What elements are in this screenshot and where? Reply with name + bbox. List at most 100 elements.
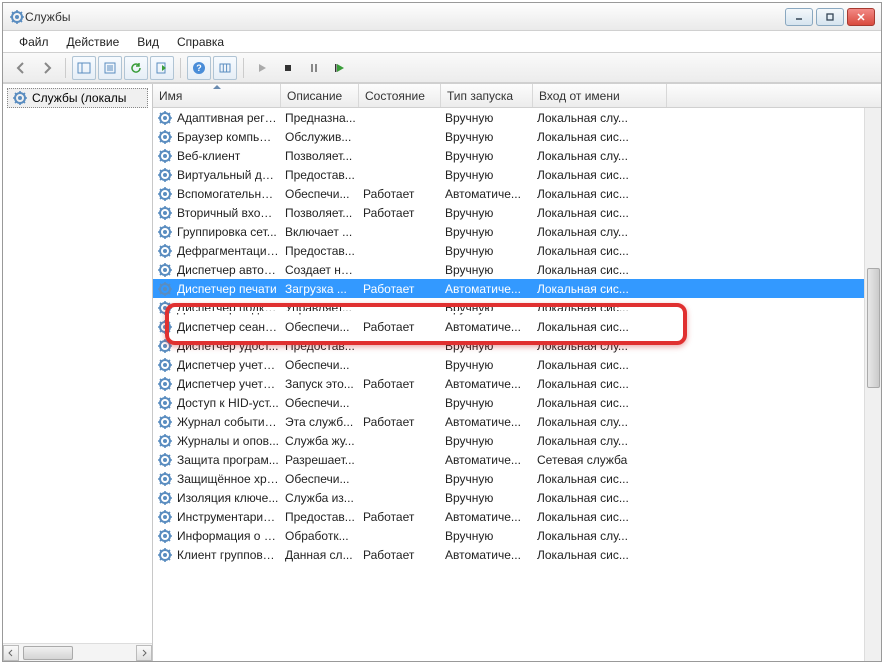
service-row[interactable]: Диспетчер подкл...Управляет...ВручнуюЛок… bbox=[153, 298, 881, 317]
tree-horizontal-scrollbar[interactable] bbox=[3, 643, 152, 661]
service-row[interactable]: Журналы и опов...Служба жу...ВручнуюЛока… bbox=[153, 431, 881, 450]
cell-logon: Локальная сис... bbox=[537, 377, 671, 391]
window-title: Службы bbox=[25, 10, 785, 24]
start-service-button[interactable] bbox=[250, 56, 274, 80]
maximize-button[interactable] bbox=[816, 8, 844, 26]
cell-state: Работает bbox=[363, 415, 445, 429]
cell-startup: Автоматиче... bbox=[445, 187, 537, 201]
cell-startup: Вручную bbox=[445, 529, 537, 543]
column-header-state[interactable]: Состояние bbox=[359, 84, 441, 107]
gear-icon bbox=[157, 281, 173, 297]
restart-service-button[interactable] bbox=[328, 56, 352, 80]
service-row[interactable]: Браузер компьют...Обслужив... ВручнуюЛока… bbox=[153, 127, 881, 146]
cell-startup: Вручную bbox=[445, 434, 537, 448]
back-button[interactable] bbox=[9, 56, 33, 80]
cell-name: Журнал событий ... bbox=[177, 415, 285, 429]
service-row[interactable]: Доступ к HID-уст...Обеспечи...ВручнуюЛок… bbox=[153, 393, 881, 412]
service-row[interactable]: Вспомогательная ...Обеспечи...РаботаетАв… bbox=[153, 184, 881, 203]
cell-state: Работает bbox=[363, 206, 445, 220]
column-header-name[interactable]: Имя bbox=[153, 84, 281, 107]
gear-icon bbox=[157, 547, 173, 563]
menu-action[interactable]: Действие bbox=[59, 33, 128, 51]
cell-description: Обеспечи... bbox=[285, 358, 363, 372]
service-row[interactable]: Диспетчер сеанс...Обеспечи...РаботаетАвт… bbox=[153, 317, 881, 336]
cell-logon: Локальная слу... bbox=[537, 434, 671, 448]
menu-view[interactable]: Вид bbox=[129, 33, 167, 51]
cell-description: Разрешает... bbox=[285, 453, 363, 467]
scroll-thumb[interactable] bbox=[23, 646, 73, 660]
service-row[interactable]: Инструментарий ...Предостав...РаботаетАв… bbox=[153, 507, 881, 526]
forward-button[interactable] bbox=[35, 56, 59, 80]
cell-startup: Вручную bbox=[445, 130, 537, 144]
help-button[interactable]: ? bbox=[187, 56, 211, 80]
minimize-button[interactable] bbox=[785, 8, 813, 26]
service-row[interactable]: Веб-клиентПозволяет...ВручнуюЛокальная с… bbox=[153, 146, 881, 165]
cell-description: Обеспечи... bbox=[285, 320, 363, 334]
gear-icon bbox=[157, 528, 173, 544]
service-row[interactable]: Клиент группово...Данная сл...РаботаетАв… bbox=[153, 545, 881, 564]
cell-name: Доступ к HID-уст... bbox=[177, 396, 285, 410]
gear-icon bbox=[157, 376, 173, 392]
properties-button[interactable] bbox=[98, 56, 122, 80]
service-row[interactable]: Адаптивная регу...Предназна...ВручнуюЛок… bbox=[153, 108, 881, 127]
service-row[interactable]: Диспетчер учетн...Запуск это...РаботаетА… bbox=[153, 374, 881, 393]
service-row[interactable]: Информация о с...Обработк...ВручнуюЛокал… bbox=[153, 526, 881, 545]
columns-button[interactable] bbox=[213, 56, 237, 80]
list-body: Адаптивная регу...Предназна...ВручнуюЛок… bbox=[153, 108, 881, 661]
cell-description: Управляет... bbox=[285, 301, 363, 315]
gear-icon bbox=[157, 205, 173, 221]
menu-help[interactable]: Справка bbox=[169, 33, 232, 51]
sort-indicator-icon bbox=[213, 85, 221, 89]
cell-description: Обслужив... bbox=[285, 130, 363, 144]
scroll-thumb[interactable] bbox=[867, 268, 880, 388]
service-row[interactable]: Дефрагментация ...Предостав...ВручнуюЛок… bbox=[153, 241, 881, 260]
cell-logon: Локальная сис... bbox=[537, 206, 671, 220]
service-row[interactable]: Виртуальный дискПредостав...ВручнуюЛокал… bbox=[153, 165, 881, 184]
column-header-startup[interactable]: Тип запуска bbox=[441, 84, 533, 107]
cell-name: Инструментарий ... bbox=[177, 510, 285, 524]
separator bbox=[65, 58, 66, 78]
scroll-right-button[interactable] bbox=[136, 645, 152, 661]
service-row[interactable]: Защита програм...Разрешает...Автоматиче.… bbox=[153, 450, 881, 469]
close-button[interactable] bbox=[847, 8, 875, 26]
titlebar[interactable]: Службы bbox=[3, 3, 881, 31]
cell-startup: Автоматиче... bbox=[445, 282, 537, 296]
gear-icon bbox=[157, 357, 173, 373]
gear-icon bbox=[157, 167, 173, 183]
service-row[interactable]: Изоляция ключе...Служба из...ВручнуюЛока… bbox=[153, 488, 881, 507]
service-row[interactable]: Группировка сет...Включает ...ВручнуюЛок… bbox=[153, 222, 881, 241]
cell-logon: Локальная сис... bbox=[537, 130, 671, 144]
service-row[interactable]: Диспетчер учетн...Обеспечи...ВручнуюЛока… bbox=[153, 355, 881, 374]
cell-logon: Локальная сис... bbox=[537, 244, 671, 258]
service-row[interactable]: Диспетчер автом...Создает ни...ВручнуюЛо… bbox=[153, 260, 881, 279]
scroll-left-button[interactable] bbox=[3, 645, 19, 661]
column-header-description[interactable]: Описание bbox=[281, 84, 359, 107]
gear-icon bbox=[157, 186, 173, 202]
service-row[interactable]: Вторичный вход ...Позволяет...РаботаетВр… bbox=[153, 203, 881, 222]
cell-startup: Автоматиче... bbox=[445, 548, 537, 562]
cell-logon: Локальная сис... bbox=[537, 472, 671, 486]
content-area: Службы (локалы Имя Описание Состояние Ти… bbox=[3, 83, 881, 661]
cell-startup: Автоматиче... bbox=[445, 320, 537, 334]
vertical-scrollbar[interactable] bbox=[864, 108, 881, 661]
cell-name: Браузер компьют... bbox=[177, 130, 285, 144]
export-button[interactable] bbox=[150, 56, 174, 80]
service-row[interactable]: Диспетчер удост...Предостав...ВручнуюЛок… bbox=[153, 336, 881, 355]
toolbar: ? bbox=[3, 53, 881, 83]
refresh-button[interactable] bbox=[124, 56, 148, 80]
cell-startup: Вручную bbox=[445, 168, 537, 182]
show-hide-tree-button[interactable] bbox=[72, 56, 96, 80]
tree-root-services[interactable]: Службы (локалы bbox=[7, 88, 148, 108]
cell-logon: Локальная слу... bbox=[537, 529, 671, 543]
service-row[interactable]: Диспетчер печатиЗагрузка ...РаботаетАвто… bbox=[153, 279, 881, 298]
gear-icon bbox=[12, 90, 28, 106]
cell-startup: Вручную bbox=[445, 491, 537, 505]
column-header-logon[interactable]: Вход от имени bbox=[533, 84, 667, 107]
service-row[interactable]: Журнал событий ...Эта служб...РаботаетАв… bbox=[153, 412, 881, 431]
service-row[interactable]: Защищённое хра...Обеспечи...ВручнуюЛокал… bbox=[153, 469, 881, 488]
cell-description: Предостав... bbox=[285, 339, 363, 353]
cell-description: Предназна... bbox=[285, 111, 363, 125]
stop-service-button[interactable] bbox=[276, 56, 300, 80]
pause-service-button[interactable] bbox=[302, 56, 326, 80]
menu-file[interactable]: Файл bbox=[11, 33, 57, 51]
